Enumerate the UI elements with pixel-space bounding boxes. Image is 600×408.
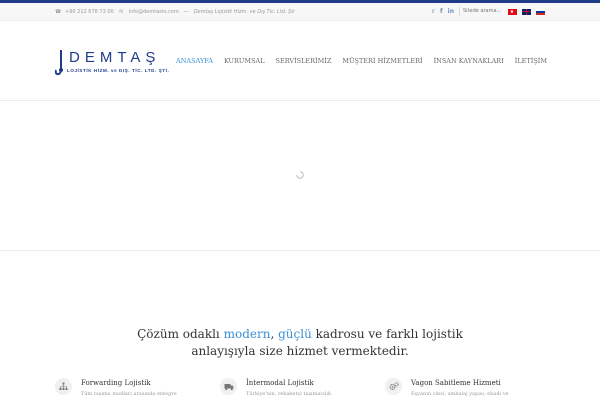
feature-icon-circle [385,378,402,395]
tagline: Çözüm odaklı modern, güçlü kadrosu ve fa… [0,326,600,360]
feature-title: İntermodal Lojistik [246,379,314,387]
topbar-right: 𝕣 f in [432,7,545,16]
contact-info: ☎ +90 212 678 73 00 ✉ info@demtasts.com … [55,9,295,15]
loading-spinner-icon [296,171,304,179]
facebook-icon[interactable]: f [440,8,443,15]
phone-number[interactable]: +90 212 678 73 00 [65,9,114,15]
feature-title: Forwarding Lojistik [81,379,151,387]
search-input[interactable] [459,7,503,16]
feature-item[interactable]: Vagon Sabitleme Hizmeti Eşyanın cinsi, a… [385,378,545,408]
logo-mark-icon [55,50,63,76]
header: DEMTAŞ LOJİSTİK HİZM. ve DIŞ. TİC. LTD. … [0,21,600,101]
feature-item[interactable]: İntermodal Lojistik Türkiye'nin, rekabet… [220,378,380,408]
en-flag-icon[interactable] [522,8,531,15]
main-navigation: ANASAYFA KURUMSAL SERVİSLERİMİZ MÜŞTERİ … [176,57,547,65]
phone-icon: ☎ [55,8,62,15]
nav-item-servislerimiz[interactable]: SERVİSLERİMİZ [276,57,332,65]
nav-item-iletisim[interactable]: İLETİŞİM [515,57,547,65]
ru-flag-icon[interactable] [536,8,545,15]
email-icon: ✉ [119,8,124,15]
logo-subtitle: LOJİSTİK HİZM. ve DIŞ. TİC. LTD. ŞTİ. [67,68,170,73]
nav-item-insan-kaynaklari[interactable]: İNSAN KAYNAKLARI [434,57,504,65]
nav-item-anasayfa[interactable]: ANASAYFA [176,57,213,65]
logo-brand: DEMTAŞ [69,49,161,66]
separator: — [183,9,189,15]
email-address[interactable]: info@demtasts.com [129,9,179,15]
tagline-text: Çözüm odaklı [137,327,224,341]
tagline-highlight-guclu: güçlü [278,327,312,341]
feature-title: Vagon Sabitleme Hizmeti [411,379,501,387]
tagline-line-1: Çözüm odaklı modern, güçlü kadrosu ve fa… [0,326,600,343]
company-name: Demtaş Lojistik Hizm. ve Dış Tic. Ltd. Ş… [193,9,295,15]
feature-description: Tüm taşıma modları arasında entegre [81,391,177,397]
tagline-highlight-modern: modern [223,327,271,341]
feature-description: Eşyanın cinsi, ambalaj yapısı, ebadı ve [411,391,509,397]
tagline-text: , [270,327,279,341]
site-logo[interactable]: DEMTAŞ LOJİSTİK HİZM. ve DIŞ. TİC. LTD. … [55,48,180,78]
feature-list: Forwarding Lojistik Tüm taşıma modları a… [55,378,545,408]
network-icon [59,382,68,390]
feature-icon-circle [55,378,72,395]
nav-item-musteri-hizmetleri[interactable]: MÜŞTERİ HİZMETLERİ [342,57,422,65]
linkedin-icon[interactable]: in [448,8,454,15]
gears-icon [388,382,399,391]
truck-icon [224,383,233,390]
feature-item[interactable]: Forwarding Lojistik Tüm taşıma modları a… [55,378,215,408]
tr-flag-icon[interactable] [508,8,517,15]
twitter-icon[interactable]: 𝕣 [432,8,435,15]
tagline-text: kadrosu ve farklı lojistik [311,327,463,341]
top-bar: ☎ +90 212 678 73 00 ✉ info@demtasts.com … [0,3,600,21]
tagline-line-2: anlayışıyla size hizmet vermektedir. [191,344,409,358]
nav-item-kurumsal[interactable]: KURUMSAL [224,57,265,65]
feature-icon-circle [220,378,237,395]
feature-description: Türkiye'nin, rekabetçi taşımacılık [246,391,331,397]
